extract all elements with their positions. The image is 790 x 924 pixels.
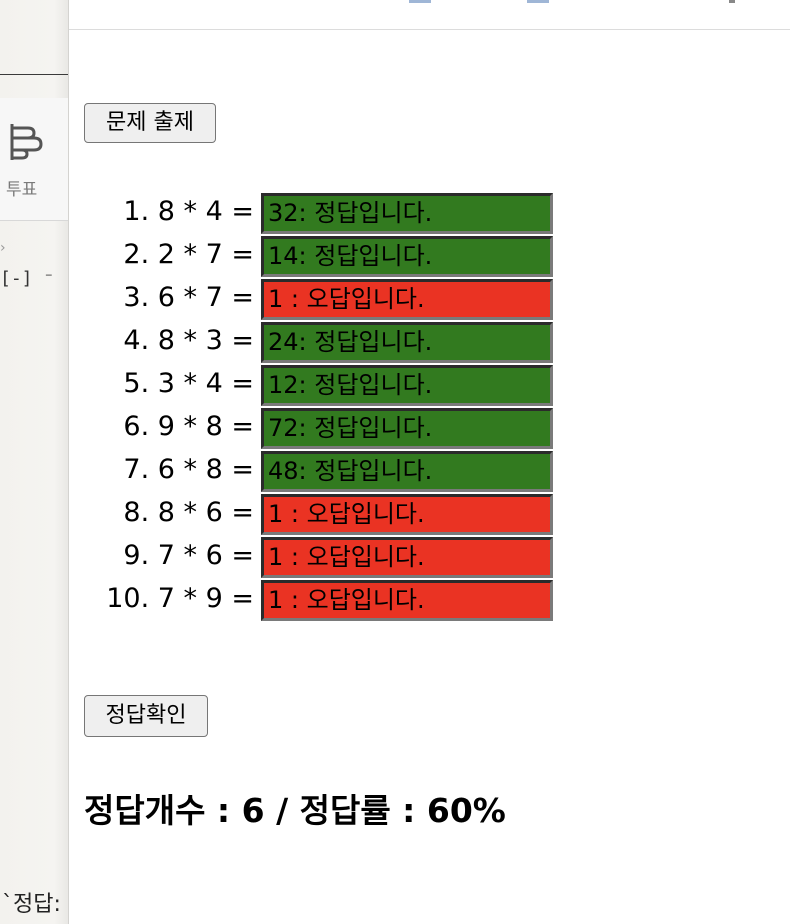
- question-label: 7. 6 * 8 =: [123, 454, 254, 485]
- question-label: 6. 9 * 8 =: [123, 411, 254, 442]
- question-row: 9. 7 * 6 = 1 : 오답입니다.: [69, 536, 790, 579]
- answer-field[interactable]: 14: 정답입니다.: [261, 236, 553, 277]
- question-label: 3. 6 * 7 =: [123, 282, 254, 313]
- question-label: 10. 7 * 9 =: [106, 583, 254, 614]
- vote-label[interactable]: 투표: [6, 175, 37, 200]
- answer-field[interactable]: 1 : 오답입니다.: [261, 580, 553, 621]
- answer-field[interactable]: 48: 정답입니다.: [261, 451, 553, 492]
- question-label: 9. 7 * 6 =: [123, 540, 254, 571]
- top-toolbar: [69, 0, 790, 30]
- answer-field[interactable]: 1 : 오답입니다.: [261, 279, 553, 320]
- code-fragment: [-] ⁻: [0, 268, 55, 289]
- question-row: 5. 3 * 4 = 12: 정답입니다.: [69, 364, 790, 407]
- question-row: 3. 6 * 7 = 1 : 오답입니다.: [69, 278, 790, 321]
- generate-questions-button[interactable]: 문제 출제: [84, 103, 216, 143]
- question-row: 8. 8 * 6 = 1 : 오답입니다.: [69, 493, 790, 536]
- answer-field[interactable]: 12: 정답입니다.: [261, 365, 553, 406]
- quiz-page: 문제 출제 1. 8 * 4 = 32: 정답입니다. 2. 2 * 7 = 14: …: [69, 0, 790, 924]
- question-row: 1. 8 * 4 = 32: 정답입니다.: [69, 192, 790, 235]
- toolbar-icon-fragment[interactable]: [409, 0, 431, 3]
- toolbar-icon-fragment[interactable]: [729, 0, 735, 3]
- result-summary: 정답개수 : 6 / 정답률 : 60%: [84, 791, 506, 830]
- vote-icon[interactable]: [8, 122, 44, 162]
- check-answers-button[interactable]: 정답확인: [84, 695, 208, 737]
- answer-field[interactable]: 1 : 오답입니다.: [261, 537, 553, 578]
- answer-field[interactable]: 32: 정답입니다.: [261, 193, 553, 234]
- divider: [0, 74, 68, 75]
- question-row: 7. 6 * 8 = 48: 정답입니다.: [69, 450, 790, 493]
- question-label: 5. 3 * 4 =: [123, 368, 254, 399]
- question-label: 1. 8 * 4 =: [123, 196, 254, 227]
- bullet-mark: ›: [0, 240, 6, 256]
- toolbar-icon-fragment[interactable]: [527, 0, 549, 3]
- answer-field[interactable]: 24: 정답입니다.: [261, 322, 553, 363]
- question-label: 4. 8 * 3 =: [123, 325, 254, 356]
- answer-field[interactable]: 1 : 오답입니다.: [261, 494, 553, 535]
- question-label: 2. 2 * 7 =: [123, 239, 254, 270]
- question-row: 10. 7 * 9 = 1 : 오답입니다.: [69, 579, 790, 622]
- answer-field[interactable]: 72: 정답입니다.: [261, 408, 553, 449]
- question-row: 6. 9 * 8 = 72: 정답입니다.: [69, 407, 790, 450]
- question-row: 4. 8 * 3 = 24: 정답입니다.: [69, 321, 790, 364]
- question-label: 8. 8 * 6 =: [123, 497, 254, 528]
- background-window-strip: 투표 › [-] ⁻ `정답:: [0, 0, 69, 924]
- question-row: 2. 2 * 7 = 14: 정답입니다.: [69, 235, 790, 278]
- bottom-text-fragment: `정답:: [2, 892, 61, 917]
